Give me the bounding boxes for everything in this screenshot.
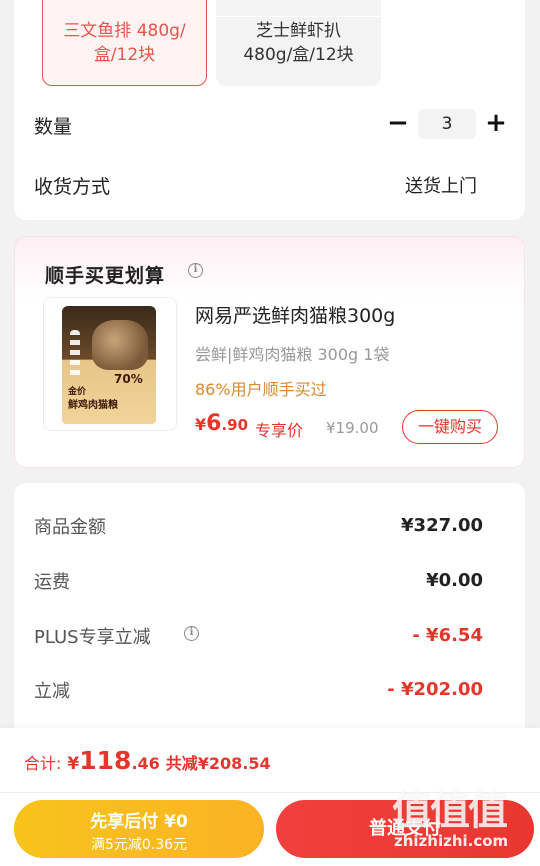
spec-option-shrimp[interactable]: 芝士鲜虾扒 480g/盒/12块 xyxy=(216,0,381,86)
order-options-card: 三文鱼排 480g/ 盒/12块 芝士鲜虾扒 480g/盒/12块 数量 − 3… xyxy=(14,0,525,220)
price-integer: 6 xyxy=(206,411,222,436)
fee-label-instant-discount: 立减 xyxy=(34,681,70,702)
price-summary-card: 商品金额 ¥327.00 运费 ¥0.00 PLUS专享立减 i - ¥6.54… xyxy=(14,483,525,743)
info-icon[interactable]: i xyxy=(184,626,199,641)
product-name[interactable]: 网易严选鲜肉猫粮300g xyxy=(195,301,395,328)
spec-option-label: 芝士鲜虾扒 480g/盒/12块 xyxy=(243,21,354,65)
fee-value-plus-discount: - ¥6.54 xyxy=(412,625,483,646)
fee-label-shipping: 运费 xyxy=(34,572,70,593)
quantity-label: 数量 xyxy=(34,116,73,138)
exclusive-price-label: 专享价 xyxy=(255,421,304,440)
price-currency: ¥ xyxy=(195,415,207,434)
fee-value-subtotal: ¥327.00 xyxy=(401,515,483,536)
total-label: 合计: xyxy=(24,754,62,773)
total-currency: ¥ xyxy=(67,754,80,774)
addon-title: 顺手买更划算 xyxy=(45,265,166,287)
pay-later-button[interactable]: 先享后付 ¥0 满5元减0.36元 xyxy=(14,800,264,858)
addon-card: 顺手买更划算 i 70% 金价 鲜鸡肉猫粮 网易严选鲜肉猫粮300g 尝鲜|鲜鸡… xyxy=(14,236,525,468)
delivery-label: 收货方式 xyxy=(34,176,111,198)
total-saved: 共减¥208.54 xyxy=(165,754,271,773)
fee-value-instant-discount: - ¥202.00 xyxy=(387,679,483,700)
spec-option-salmon[interactable]: 三文鱼排 480g/ 盒/12块 xyxy=(42,0,207,86)
bag-product-text: 鲜鸡肉猫粮 xyxy=(68,400,118,411)
cat-photo xyxy=(92,320,148,370)
normal-pay-button[interactable]: 普通支付 xyxy=(276,800,534,858)
checkout-bar: 合计: ¥ 118 .46 共减¥208.54 先享后付 ¥0 满5元减0.36… xyxy=(0,728,540,866)
info-icon[interactable]: i xyxy=(188,263,203,278)
price-decimal: .90 xyxy=(221,416,249,434)
pay-later-promo: 满5元减0.36元 xyxy=(90,837,188,853)
quantity-plus-button[interactable]: + xyxy=(484,110,508,138)
fee-label-plus-discount: PLUS专享立减 xyxy=(34,627,151,648)
product-social-tag: 86%用户顺手买过 xyxy=(195,380,327,399)
product-image[interactable]: 70% 金价 鲜鸡肉猫粮 xyxy=(43,297,177,431)
order-total: 合计: ¥ 118 .46 共减¥208.54 xyxy=(24,746,271,775)
product-subtitle: 尝鲜|鲜鸡肉猫粮 300g 1袋 xyxy=(195,345,390,364)
quantity-minus-button[interactable]: − xyxy=(386,110,410,138)
original-price: ¥19.00 xyxy=(326,419,379,437)
quantity-input[interactable]: 3 xyxy=(418,109,476,139)
pay-later-label: 先享后付 ¥0 xyxy=(90,812,188,832)
bag-decoration xyxy=(70,330,80,380)
total-integer: 118 xyxy=(79,746,132,775)
total-decimal: .46 xyxy=(131,754,160,773)
divider xyxy=(0,792,540,793)
product-price: ¥6.90 xyxy=(195,411,248,436)
spec-option-label: 三文鱼排 480g/ 盒/12块 xyxy=(63,20,186,65)
cat-food-bag-image: 70% 金价 鲜鸡肉猫粮 xyxy=(62,306,156,424)
fee-label-subtotal: 商品金额 xyxy=(34,517,106,538)
one-click-buy-button[interactable]: 一键购买 xyxy=(402,410,498,444)
bag-percent-text: 70% xyxy=(114,372,143,386)
delivery-method-value[interactable]: 送货上门 xyxy=(405,172,477,198)
fee-value-shipping: ¥0.00 xyxy=(426,570,483,591)
